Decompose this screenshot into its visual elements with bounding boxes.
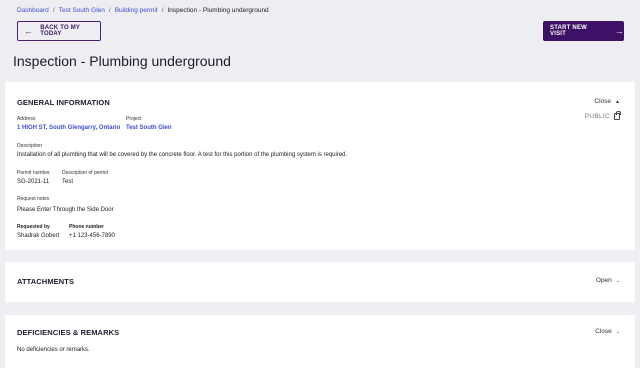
requested-by-value: Shadrak Gobert [17, 233, 60, 239]
back-to-my-today-button[interactable]: ← BACK TO MY TODAY [17, 21, 101, 41]
arrow-left-icon: ← [24, 25, 34, 36]
request-notes-label: Request notes [17, 196, 50, 202]
breadcrumb-separator: / [161, 7, 164, 14]
attachments-heading: ATTACHMENTS [17, 277, 75, 286]
breadcrumb-separator: / [108, 7, 111, 14]
request-notes-value: Please Enter Through the Side Door [17, 207, 114, 213]
requested-by-label: Requested by [17, 224, 50, 230]
permit-description-label: Description of permit [62, 170, 108, 176]
deficiencies-card: DEFICIENCIES & REMARKS Close ⌄ No defici… [5, 315, 635, 368]
general-information-card: GENERAL INFORMATION Close ▲ Address 1 HI… [5, 82, 635, 250]
attachments-toggle[interactable]: Open ⌄ [596, 277, 620, 284]
toggle-label: Close [595, 328, 612, 335]
breadcrumb-dashboard[interactable]: Dashboard [17, 7, 49, 14]
description-label: Description [17, 143, 43, 149]
page-title: Inspection - Plumbing underground [13, 53, 231, 69]
lock-icon[interactable] [614, 111, 621, 120]
project-link[interactable]: Test South Glen [126, 125, 172, 131]
toggle-label: Open [595, 277, 612, 284]
breadcrumb-permit[interactable]: Building permit [115, 7, 158, 14]
deficiencies-heading: DEFICIENCIES & REMARKS [17, 328, 120, 337]
chevron-up-icon: ▲ [615, 98, 620, 105]
address-label: Address [17, 116, 36, 122]
phone-number-label: Phone number [69, 224, 105, 230]
general-information-toggle[interactable]: Close ▲ [594, 98, 620, 105]
project-label: Project [126, 116, 142, 122]
general-information-heading: GENERAL INFORMATION [17, 98, 110, 107]
toggle-label: Close [594, 98, 612, 105]
visibility-indicator: PUBLIC [584, 111, 621, 120]
breadcrumb-project[interactable]: Test South Glen [59, 7, 105, 14]
permit-number-label: Permit number [17, 170, 50, 176]
description-value: Installation of all plumbing that will b… [17, 152, 348, 158]
back-button-label: BACK TO MY TODAY [40, 25, 80, 37]
breadcrumb-separator: / [52, 7, 55, 14]
chevron-down-icon: ⌄ [615, 328, 620, 335]
breadcrumb: Dashboard / Test South Glen / Building p… [17, 7, 269, 14]
phone-number-value: +1 123-456-7890 [69, 233, 115, 239]
attachments-card: ATTACHMENTS Open ⌄ [5, 262, 635, 302]
arrow-right-icon: → [614, 25, 624, 36]
permit-description-value: Test [62, 179, 74, 185]
start-button-label: START NEW VISIT [550, 25, 588, 37]
chevron-down-icon: ⌄ [615, 277, 620, 284]
address-link[interactable]: 1 HIGH ST, South Glengarry, Ontario [17, 125, 120, 131]
permit-number-value: SG-2021-11 [17, 179, 50, 185]
deficiencies-toggle[interactable]: Close ⌄ [595, 328, 620, 335]
empty-state-text: No deficiencies or remarks. [17, 347, 90, 353]
breadcrumb-current: Inspection - Plumbing underground [167, 7, 269, 14]
start-new-visit-button[interactable]: START NEW VISIT → [543, 21, 624, 41]
visibility-label: PUBLIC [584, 113, 610, 120]
